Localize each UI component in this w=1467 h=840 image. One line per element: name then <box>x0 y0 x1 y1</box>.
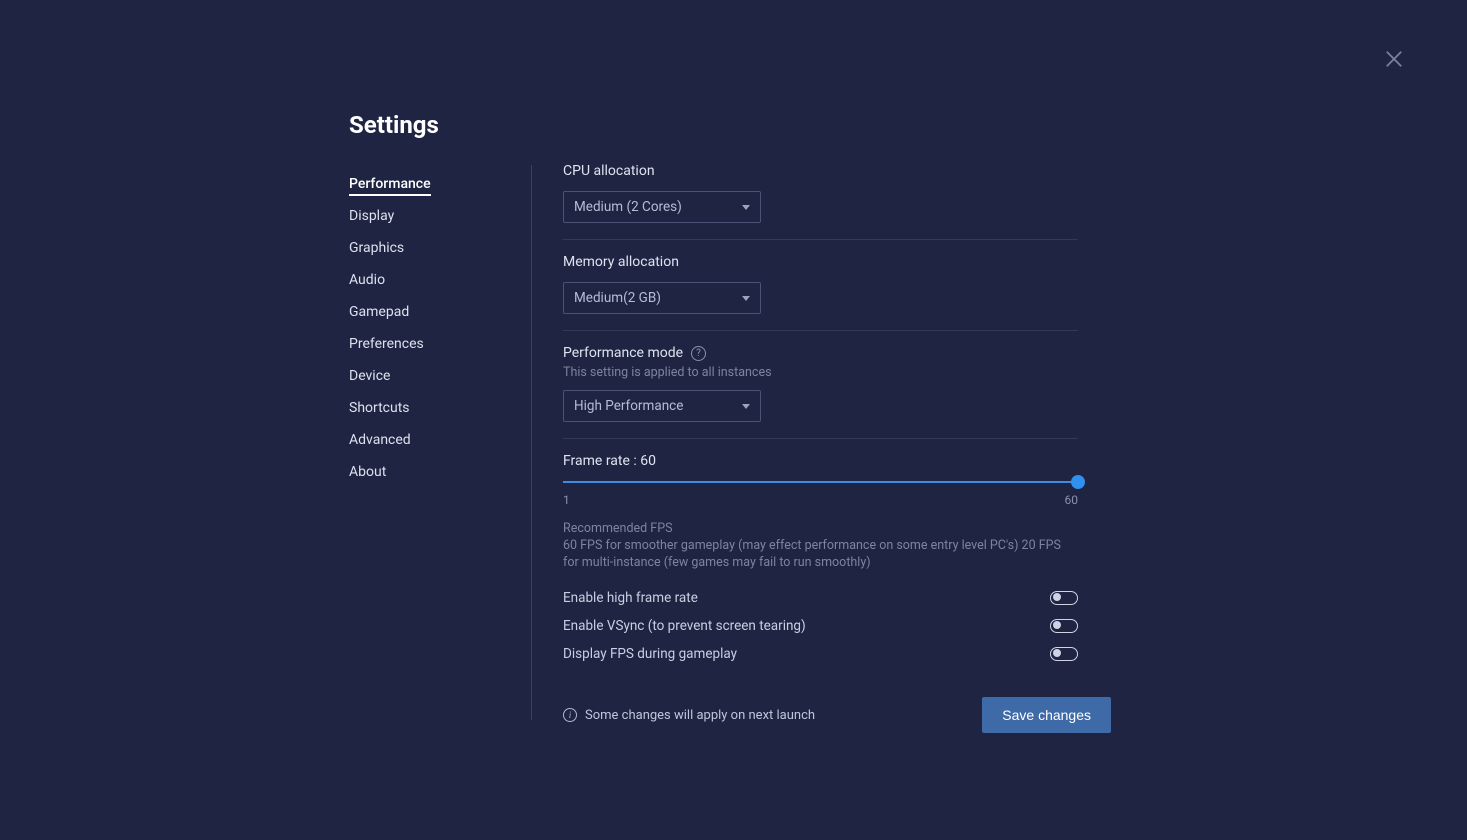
select-value: Medium (2 Cores) <box>574 199 682 215</box>
memory-allocation-label: Memory allocation <box>563 254 1078 270</box>
info-icon: i <box>563 708 577 722</box>
chevron-down-icon <box>742 205 750 210</box>
sidebar-item-label: Performance <box>349 176 431 196</box>
select-value: High Performance <box>574 398 683 414</box>
sidebar-item-about[interactable]: About <box>349 456 519 488</box>
slider-max: 60 <box>1065 493 1079 507</box>
memory-allocation-select[interactable]: Medium(2 GB) <box>563 282 761 314</box>
settings-content: CPU allocation Medium (2 Cores) Memory a… <box>563 163 1078 678</box>
vsync-toggle[interactable] <box>1050 619 1078 633</box>
sidebar-item-label: Advanced <box>349 432 411 448</box>
frame-rate-section: Frame rate : 60 1 60 Recommended FPS 60 … <box>563 439 1078 678</box>
vertical-divider <box>531 165 532 720</box>
chevron-down-icon <box>742 404 750 409</box>
sidebar-item-label: Display <box>349 208 394 224</box>
performance-mode-label: Performance mode ? <box>563 345 1078 361</box>
recommended-fps-title: Recommended FPS <box>563 521 1078 536</box>
label-prefix: Frame rate : <box>563 453 640 469</box>
toggle-label: Display FPS during gameplay <box>563 646 737 662</box>
frame-rate-value: 60 <box>640 453 656 469</box>
footer-note-text: Some changes will apply on next launch <box>585 708 815 723</box>
sidebar-item-device[interactable]: Device <box>349 360 519 392</box>
sidebar-item-audio[interactable]: Audio <box>349 264 519 296</box>
toggle-knob <box>1053 593 1061 601</box>
toggle-label: Enable VSync (to prevent screen tearing) <box>563 618 806 634</box>
sidebar-item-graphics[interactable]: Graphics <box>349 232 519 264</box>
footer-bar: i Some changes will apply on next launch… <box>563 697 1111 733</box>
display-fps-toggle[interactable] <box>1050 647 1078 661</box>
toggle-row-vsync: Enable VSync (to prevent screen tearing) <box>563 618 1078 634</box>
help-icon[interactable]: ? <box>691 346 706 361</box>
slider-min: 1 <box>563 493 570 507</box>
slider-ticks: 1 60 <box>563 493 1078 507</box>
frame-rate-slider[interactable] <box>563 481 1078 483</box>
toggle-label: Enable high frame rate <box>563 590 698 606</box>
footer-note: i Some changes will apply on next launch <box>563 708 815 723</box>
sidebar-item-shortcuts[interactable]: Shortcuts <box>349 392 519 424</box>
sidebar-item-gamepad[interactable]: Gamepad <box>349 296 519 328</box>
slider-thumb[interactable] <box>1071 475 1085 489</box>
label-text: Performance mode <box>563 345 683 361</box>
performance-mode-select[interactable]: High Performance <box>563 390 761 422</box>
sidebar-item-label: Graphics <box>349 240 404 256</box>
chevron-down-icon <box>742 296 750 301</box>
toggle-row-high-fps: Enable high frame rate <box>563 590 1078 606</box>
sidebar-item-label: Preferences <box>349 336 424 352</box>
cpu-allocation-section: CPU allocation Medium (2 Cores) <box>563 163 1078 240</box>
sidebar-item-performance[interactable]: Performance <box>349 168 519 200</box>
cpu-allocation-select[interactable]: Medium (2 Cores) <box>563 191 761 223</box>
sidebar-item-preferences[interactable]: Preferences <box>349 328 519 360</box>
sidebar-item-label: Gamepad <box>349 304 409 320</box>
toggle-knob <box>1053 621 1061 629</box>
sidebar-item-label: About <box>349 464 386 480</box>
settings-sidebar: Performance Display Graphics Audio Gamep… <box>349 168 519 488</box>
toggle-knob <box>1053 649 1061 657</box>
recommended-fps-body: 60 FPS for smoother gameplay (may effect… <box>563 538 1078 572</box>
sidebar-item-label: Shortcuts <box>349 400 410 416</box>
sidebar-item-label: Device <box>349 368 390 384</box>
memory-allocation-section: Memory allocation Medium(2 GB) <box>563 240 1078 331</box>
high-frame-rate-toggle[interactable] <box>1050 591 1078 605</box>
save-changes-button[interactable]: Save changes <box>982 697 1111 733</box>
cpu-allocation-label: CPU allocation <box>563 163 1078 179</box>
page-title: Settings <box>349 111 439 139</box>
select-value: Medium(2 GB) <box>574 290 661 306</box>
toggle-row-display-fps: Display FPS during gameplay <box>563 646 1078 662</box>
frame-rate-label: Frame rate : 60 <box>563 453 1078 469</box>
performance-mode-section: Performance mode ? This setting is appli… <box>563 331 1078 439</box>
sidebar-item-label: Audio <box>349 272 385 288</box>
performance-mode-hint: This setting is applied to all instances <box>563 365 1078 380</box>
sidebar-item-display[interactable]: Display <box>349 200 519 232</box>
close-button[interactable] <box>1385 50 1405 70</box>
sidebar-item-advanced[interactable]: Advanced <box>349 424 519 456</box>
